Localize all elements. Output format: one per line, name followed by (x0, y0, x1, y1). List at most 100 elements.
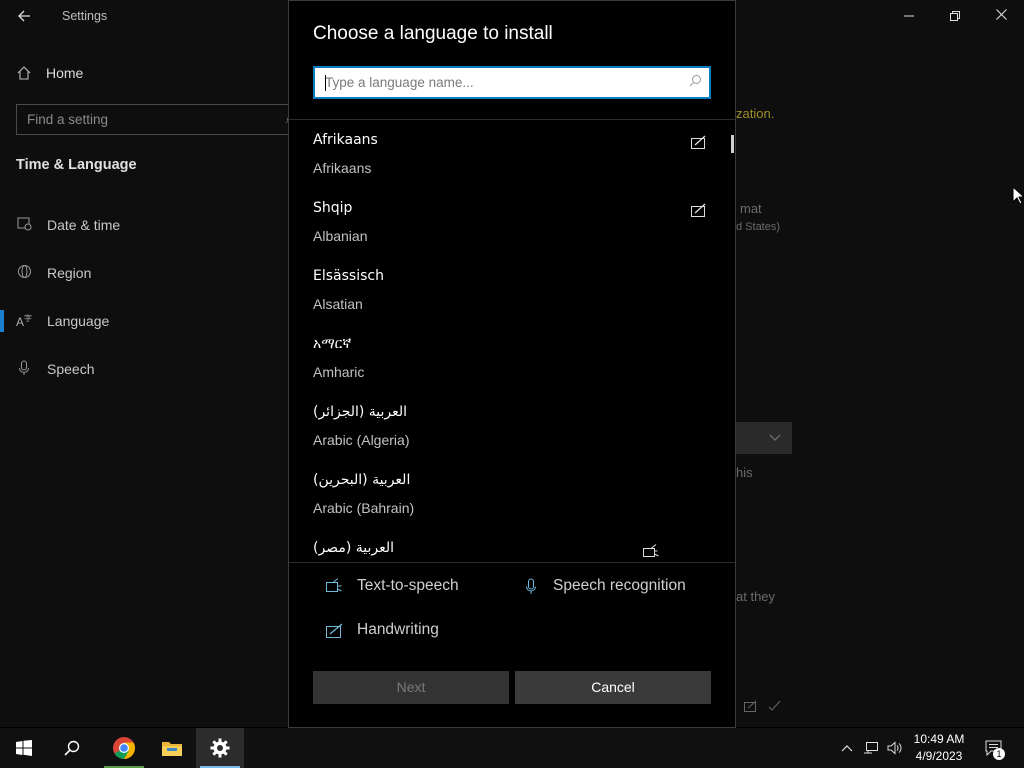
sidebar-item-date-time[interactable]: Date & time (16, 214, 120, 236)
taskbar: 10:49 AM 4/9/2023 1 (0, 728, 1024, 768)
settings-icon (210, 738, 230, 758)
sidebar-item-label: Date & time (47, 217, 121, 233)
language-search-field[interactable] (313, 66, 711, 99)
language-native-name: አማርኛ (313, 336, 352, 352)
sidebar-item-label: Region (47, 265, 92, 281)
minimize-button[interactable] (886, 0, 932, 32)
feature-label: Speech recognition (553, 577, 686, 594)
taskbar-file-explorer[interactable] (148, 728, 196, 768)
background-text: his (736, 465, 753, 480)
nav-active-indicator (0, 310, 4, 332)
microphone-icon (16, 360, 32, 379)
handwriting-icon (325, 621, 345, 639)
language-native-name: Elsässisch (313, 268, 384, 284)
find-setting-placeholder: Find a setting (27, 112, 109, 127)
language-native-name: Afrikaans (313, 132, 378, 148)
background-text: d States) (736, 221, 781, 233)
language-icon: A字 (16, 314, 33, 329)
background-dropdown[interactable] (736, 422, 792, 454)
restore-icon (950, 11, 960, 21)
clock-date: 4/9/2023 (915, 749, 963, 763)
nav-section-heading: Time & Language (16, 157, 137, 173)
list-item[interactable]: العربية (الجزائر) Arabic (Algeria) (289, 393, 719, 461)
language-english-name: Alsatian (313, 296, 363, 312)
clock-time: 10:49 AM (913, 732, 965, 746)
list-item[interactable]: العربية (مصر) (289, 529, 719, 562)
list-item[interactable]: Shqip Albanian (289, 189, 719, 257)
start-button[interactable] (0, 728, 48, 768)
calendar-clock-icon (16, 216, 32, 234)
close-button[interactable] (978, 0, 1024, 32)
language-english-name: Arabic (Bahrain) (313, 500, 415, 516)
nav-home[interactable]: Home (16, 62, 83, 84)
app-title: Settings (62, 9, 108, 23)
language-english-name: Albanian (313, 228, 368, 244)
language-list[interactable]: Afrikaans Afrikaans Shqip Albanian Elsäs… (289, 121, 735, 562)
feature-label: Handwriting (357, 621, 439, 638)
taskbar-settings[interactable] (196, 728, 244, 768)
feature-label: Text-to-speech (357, 577, 459, 594)
handwriting-icon (691, 203, 706, 217)
back-button[interactable] (10, 6, 38, 26)
language-english-name: Afrikaans (313, 160, 372, 176)
chevron-up-icon (841, 745, 853, 752)
list-item[interactable]: Afrikaans Afrikaans (289, 121, 719, 189)
sidebar-item-label: Speech (47, 361, 95, 377)
show-hidden-icons-button[interactable] (836, 728, 858, 768)
language-native-name: Shqip (313, 200, 353, 216)
text-to-speech-icon (643, 544, 659, 557)
divider (289, 119, 735, 120)
feature-legend-handwriting: Handwriting (325, 621, 439, 639)
dialog-title: Choose a language to install (313, 23, 553, 44)
minimize-icon (904, 15, 914, 17)
list-item[interactable]: العربية (البحرين) Arabic (Bahrain) (289, 461, 719, 529)
search-icon (64, 740, 80, 756)
background-text: at they (736, 589, 776, 604)
background-text: mat (740, 201, 762, 216)
feature-legend-speech: Speech recognition (521, 577, 686, 595)
handwriting-icon (744, 700, 757, 712)
next-button[interactable]: Next (313, 671, 509, 704)
restore-button[interactable] (932, 0, 978, 32)
start-icon (16, 740, 32, 756)
sidebar-item-language[interactable]: A字 Language (16, 310, 109, 332)
language-install-dialog: Choose a language to install Afrikaans A… (288, 0, 736, 728)
language-english-name: Amharic (313, 364, 365, 380)
mouse-cursor-icon (1012, 186, 1024, 205)
feature-legend-tts: Text-to-speech (325, 577, 459, 595)
chrome-icon (113, 737, 135, 759)
globe-icon (16, 264, 32, 282)
background-feature-icons (744, 700, 782, 712)
notification-count-badge: 1 (993, 748, 1005, 760)
action-center-button[interactable]: 1 (980, 728, 1008, 768)
arrow-left-icon (18, 10, 30, 22)
divider (289, 562, 735, 563)
text-to-speech-icon (325, 577, 345, 595)
language-native-name: العربية (الجزائر) (313, 404, 408, 420)
taskbar-chrome[interactable] (100, 728, 148, 768)
background-text: zation. (736, 106, 775, 121)
sidebar-item-speech[interactable]: Speech (16, 358, 94, 380)
sidebar-item-region[interactable]: Region (16, 262, 91, 284)
chevron-down-icon (769, 434, 781, 441)
taskbar-clock[interactable]: 10:49 AM 4/9/2023 (900, 731, 978, 765)
language-native-name: العربية (مصر) (313, 540, 394, 556)
cancel-button[interactable]: Cancel (515, 671, 711, 704)
language-native-name: العربية (البحرين) (313, 472, 411, 488)
taskbar-search-button[interactable] (48, 728, 96, 768)
file-explorer-icon (162, 742, 182, 756)
close-icon (995, 9, 1007, 20)
list-item[interactable]: አማርኛ Amharic (289, 325, 719, 393)
search-icon[interactable] (687, 74, 703, 90)
microphone-icon (521, 577, 541, 595)
language-search-input[interactable] (315, 68, 709, 97)
nav-home-label: Home (46, 65, 84, 81)
language-english-name: Arabic (Algeria) (313, 432, 410, 448)
network-button[interactable] (860, 728, 882, 768)
settings-nav: Home Find a setting ⌕ Time & Language Da… (0, 32, 300, 722)
find-setting-input[interactable]: Find a setting ⌕ (16, 104, 300, 135)
text-caret (325, 75, 326, 91)
home-icon (17, 66, 31, 80)
list-scrollbar-thumb[interactable] (731, 135, 734, 153)
list-item[interactable]: Elsässisch Alsatian (289, 257, 719, 325)
